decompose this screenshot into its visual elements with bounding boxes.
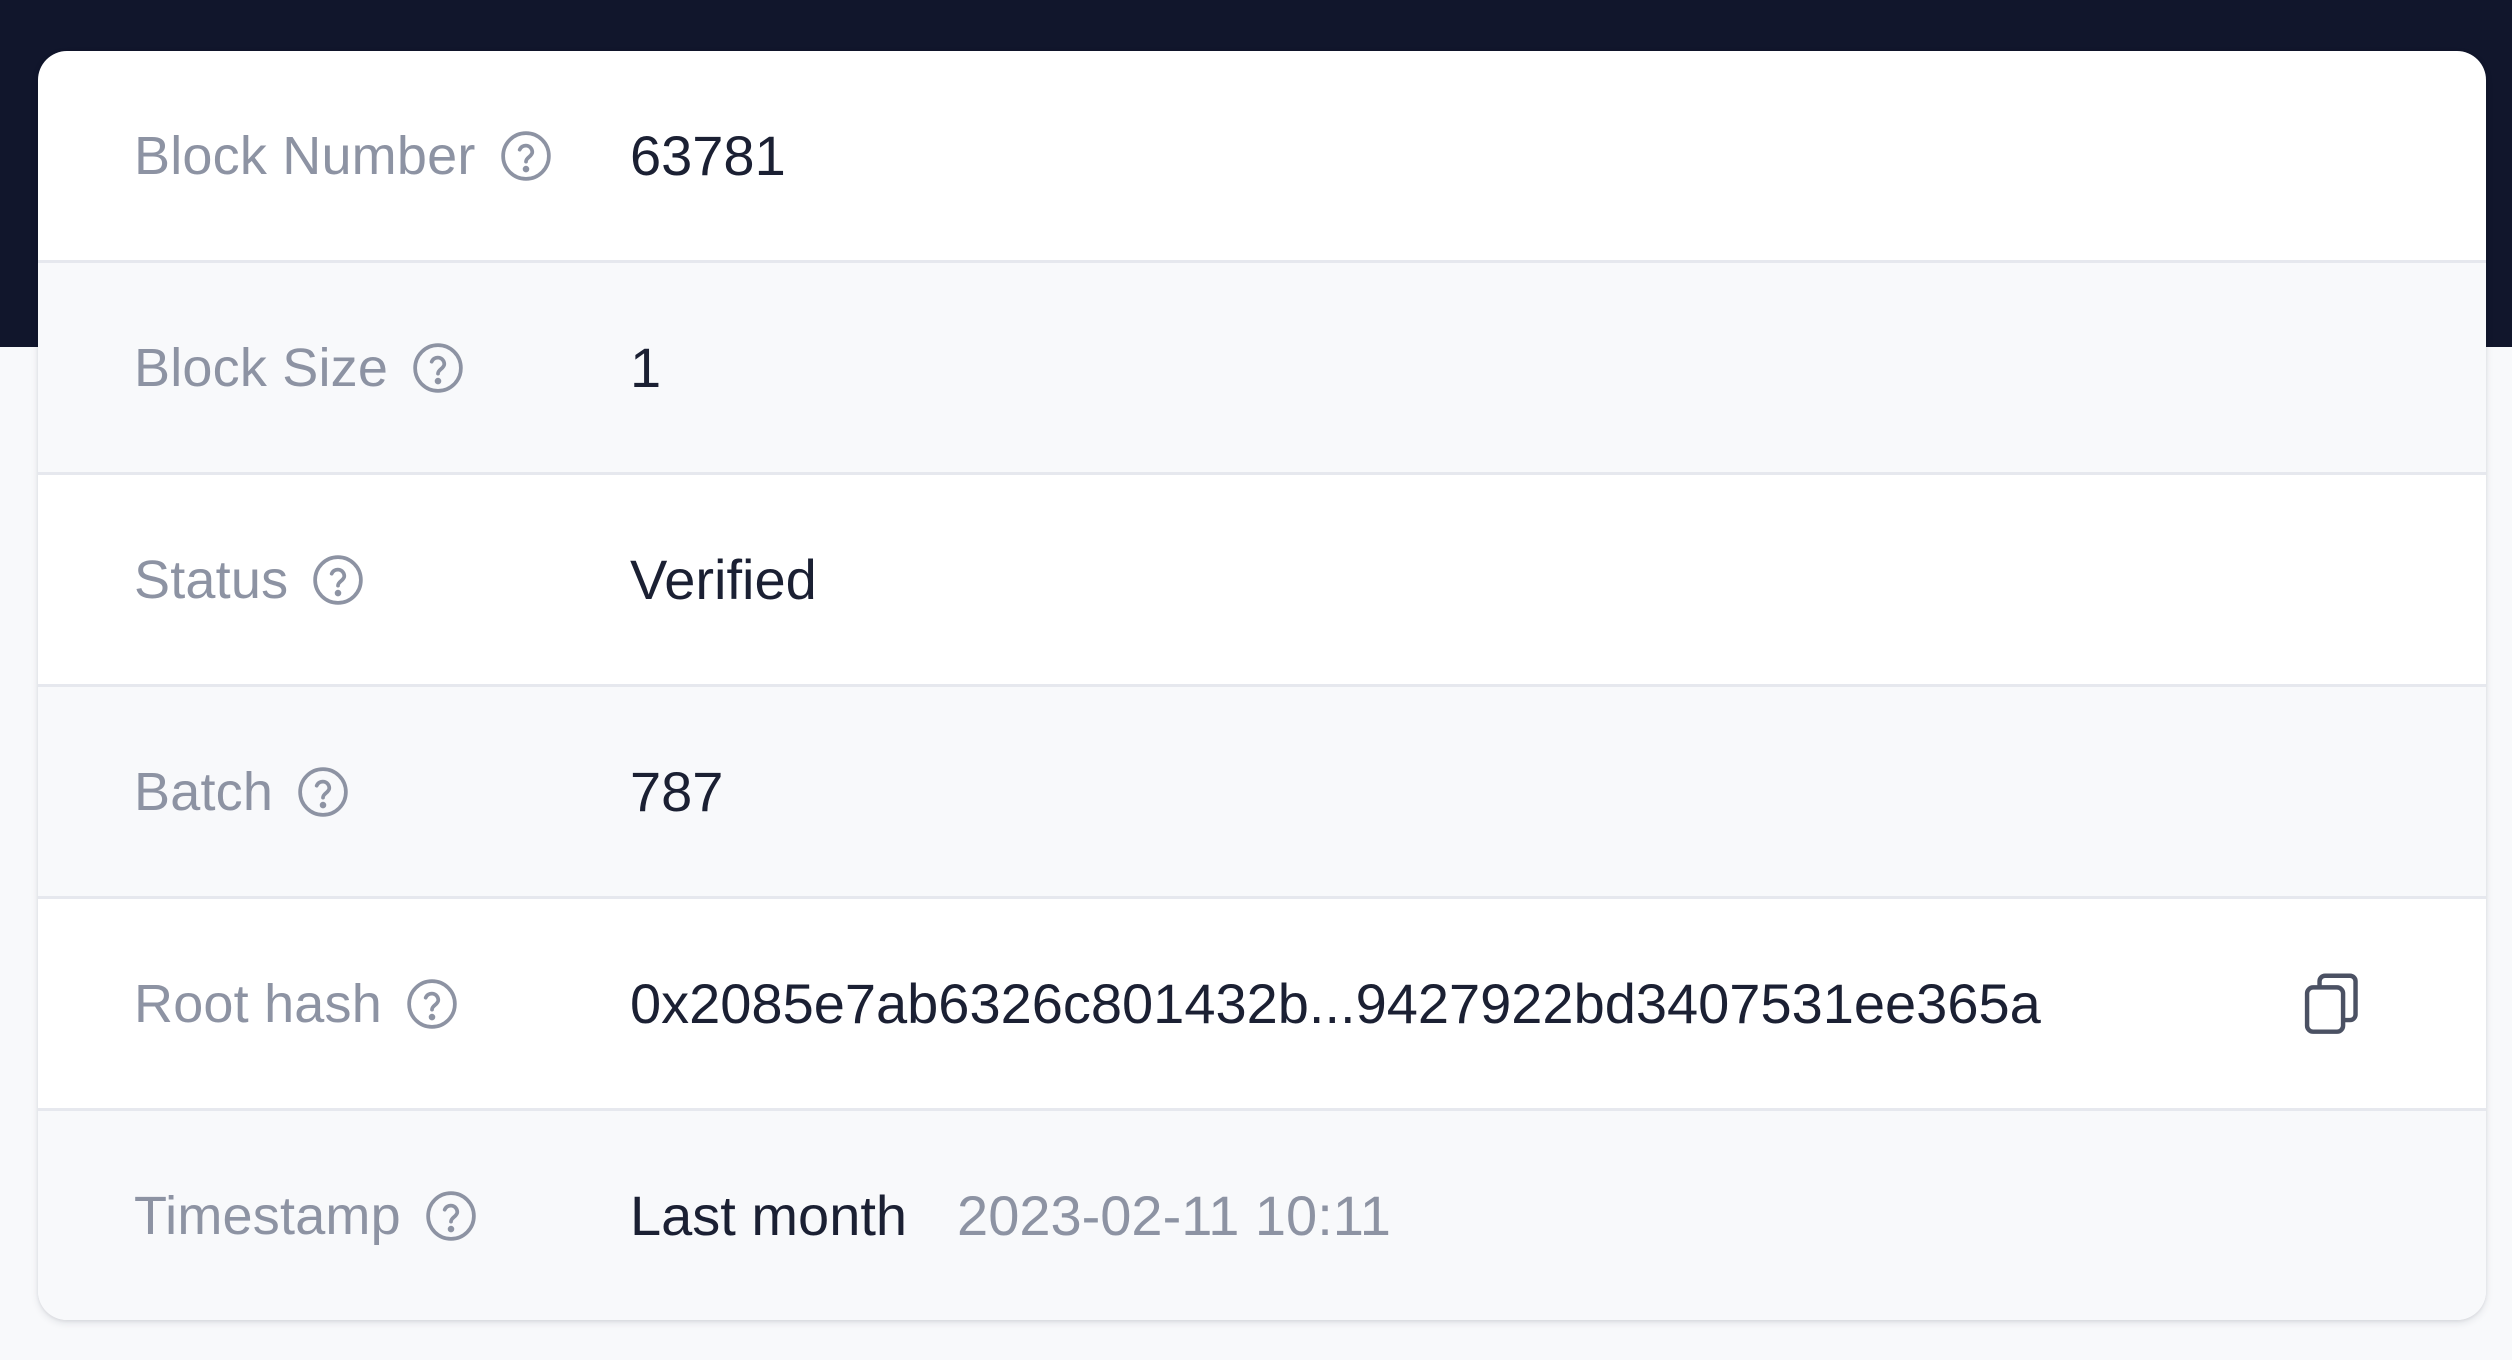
status-value: Verified (630, 548, 817, 611)
batch-row: Batch 787 (38, 687, 2486, 899)
question-circle-icon[interactable] (295, 764, 351, 820)
question-circle-icon[interactable] (423, 1188, 479, 1244)
root-hash-label: Root hash (134, 973, 382, 1034)
block-number-label-group: Block Number (134, 125, 554, 187)
root-hash-label-group: Root hash (134, 973, 460, 1035)
block-size-row: Block Size 1 (38, 263, 2486, 475)
question-circle-icon[interactable] (410, 340, 466, 396)
status-label-group: Status (134, 549, 366, 611)
batch-value: 787 (630, 760, 724, 823)
timestamp-relative: Last month (630, 1184, 908, 1247)
block-details-card: Block Number 63781 Block Size 1 Status V… (38, 51, 2486, 1320)
block-number-label: Block Number (134, 125, 476, 186)
timestamp-value-group: Last month 2023-02-11 10:11 (630, 1183, 1391, 1248)
status-row: Status Verified (38, 475, 2486, 687)
block-number-value: 63781 (630, 124, 786, 187)
question-circle-icon[interactable] (498, 128, 554, 184)
timestamp-label: Timestamp (134, 1185, 401, 1246)
question-circle-icon[interactable] (404, 976, 460, 1032)
question-circle-icon[interactable] (310, 552, 366, 608)
batch-label-group: Batch (134, 761, 351, 823)
root-hash-row: Root hash 0x2085e7ab6326c801432b...94279… (38, 899, 2486, 1111)
status-label: Status (134, 549, 289, 610)
block-size-label-group: Block Size (134, 337, 466, 399)
block-size-value: 1 (630, 336, 662, 399)
root-hash-value: 0x2085e7ab6326c801432b...9427922bd340753… (630, 972, 2041, 1035)
block-size-label: Block Size (134, 337, 389, 398)
timestamp-label-group: Timestamp (134, 1185, 479, 1247)
copy-icon[interactable] (2296, 968, 2368, 1040)
timestamp-absolute: 2023-02-11 10:11 (957, 1184, 1391, 1247)
block-number-row: Block Number 63781 (38, 51, 2486, 263)
batch-label: Batch (134, 761, 274, 822)
timestamp-row: Timestamp Last month 2023-02-11 10:11 (38, 1111, 2486, 1320)
